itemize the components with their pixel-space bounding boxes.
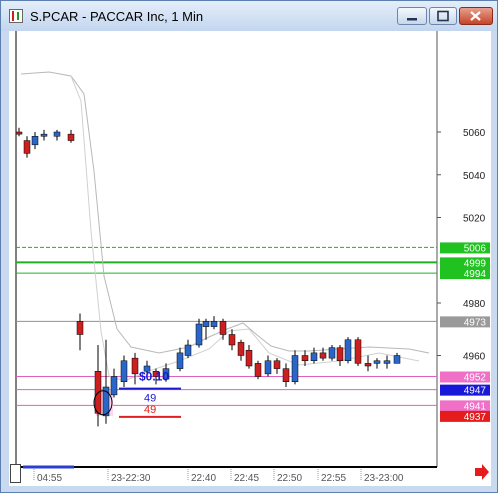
candle-up	[344, 339, 352, 361]
candle-up	[210, 321, 218, 327]
price-tag-label: 4994	[464, 269, 487, 280]
maximize-icon	[437, 10, 449, 22]
price-tag-label: 5006	[464, 243, 487, 254]
candle-down	[228, 334, 236, 346]
candle-up	[202, 321, 210, 327]
x-tick-label: 04:55	[37, 473, 62, 484]
candle-up	[264, 360, 272, 375]
price-tag-label: 4937	[464, 412, 487, 423]
candle-up	[120, 360, 128, 382]
candle-down	[131, 357, 139, 375]
candle-up	[176, 352, 184, 369]
candle-down	[273, 360, 281, 369]
x-tick-label: 23-22:30	[111, 473, 151, 484]
candle-down	[301, 355, 309, 361]
scroll-right-button[interactable]	[475, 464, 489, 480]
candle-up	[393, 355, 401, 364]
stop-qty-annotation: 49	[144, 404, 156, 416]
candle-up	[328, 347, 336, 359]
candle-up	[383, 360, 391, 364]
candle-up	[40, 133, 48, 137]
title-bar[interactable]: S.PCAR - PACCAR Inc, 1 Min	[1, 1, 497, 31]
candle-up	[373, 360, 381, 364]
y-tick-label: 4980	[463, 299, 486, 310]
close-icon	[470, 11, 481, 21]
candle-down	[76, 321, 84, 335]
entry-qty-annotation: 49	[144, 393, 156, 405]
moving-average-line-2	[70, 75, 420, 382]
minimize-button[interactable]	[397, 7, 427, 25]
candle-down	[219, 321, 227, 335]
chart-scroll-thumb[interactable]	[10, 464, 21, 483]
price-tag-label: 4947	[464, 386, 487, 397]
price-tag-label: 4952	[464, 373, 487, 384]
chart-window: S.PCAR - PACCAR Inc, 1 Min 4960 4980 5020 5…	[0, 0, 498, 493]
candle-down	[237, 342, 245, 356]
candle-up	[110, 376, 118, 396]
y-tick-label: 5040	[463, 171, 486, 182]
x-tick-label: 22:40	[191, 473, 216, 484]
maximize-button[interactable]	[429, 7, 457, 25]
x-tick-label: 22:55	[321, 473, 346, 484]
candle-down	[15, 131, 23, 135]
candle-up	[195, 323, 203, 346]
candle-down	[23, 140, 31, 154]
candle-down	[245, 350, 253, 367]
arrow-right-icon	[475, 464, 489, 480]
x-tick-label: 22:50	[277, 473, 302, 484]
price-tag-label: 4941	[464, 401, 487, 412]
y-tick-label: 4960	[463, 352, 486, 363]
pnl-annotation: $0.10	[139, 370, 169, 384]
y-tick-label: 5060	[463, 128, 486, 139]
chart-app-icon	[9, 9, 23, 23]
price-tag-label: 4973	[464, 317, 487, 328]
candle-up	[310, 352, 318, 361]
y-tick-label: 5020	[463, 214, 486, 225]
candle-up	[291, 355, 299, 382]
candlestick-chart[interactable]: 4960 4980 5020 5040 5060 04:55 23-22:30 22:40 22…	[9, 31, 491, 486]
chart-plot-area[interactable]: 4960 4980 5020 5040 5060 04:55 23-22:30 22:40 22…	[9, 31, 491, 486]
candle-down	[336, 347, 344, 361]
candle-down	[354, 339, 362, 364]
window-title: S.PCAR - PACCAR Inc, 1 Min	[30, 9, 204, 24]
x-tick-label: 22:45	[234, 473, 259, 484]
price-tag-label: 4999	[464, 258, 487, 269]
candle-down	[364, 363, 372, 367]
candle-up	[31, 136, 39, 146]
candle-down	[254, 363, 262, 377]
candle-up	[53, 131, 61, 137]
x-tick-label: 23-23:00	[364, 473, 404, 484]
candle-up	[184, 344, 192, 356]
candle-down	[319, 352, 327, 359]
close-button[interactable]	[459, 7, 493, 25]
candle-down	[282, 368, 290, 382]
minimize-icon	[407, 18, 417, 21]
candle-down	[67, 133, 75, 141]
